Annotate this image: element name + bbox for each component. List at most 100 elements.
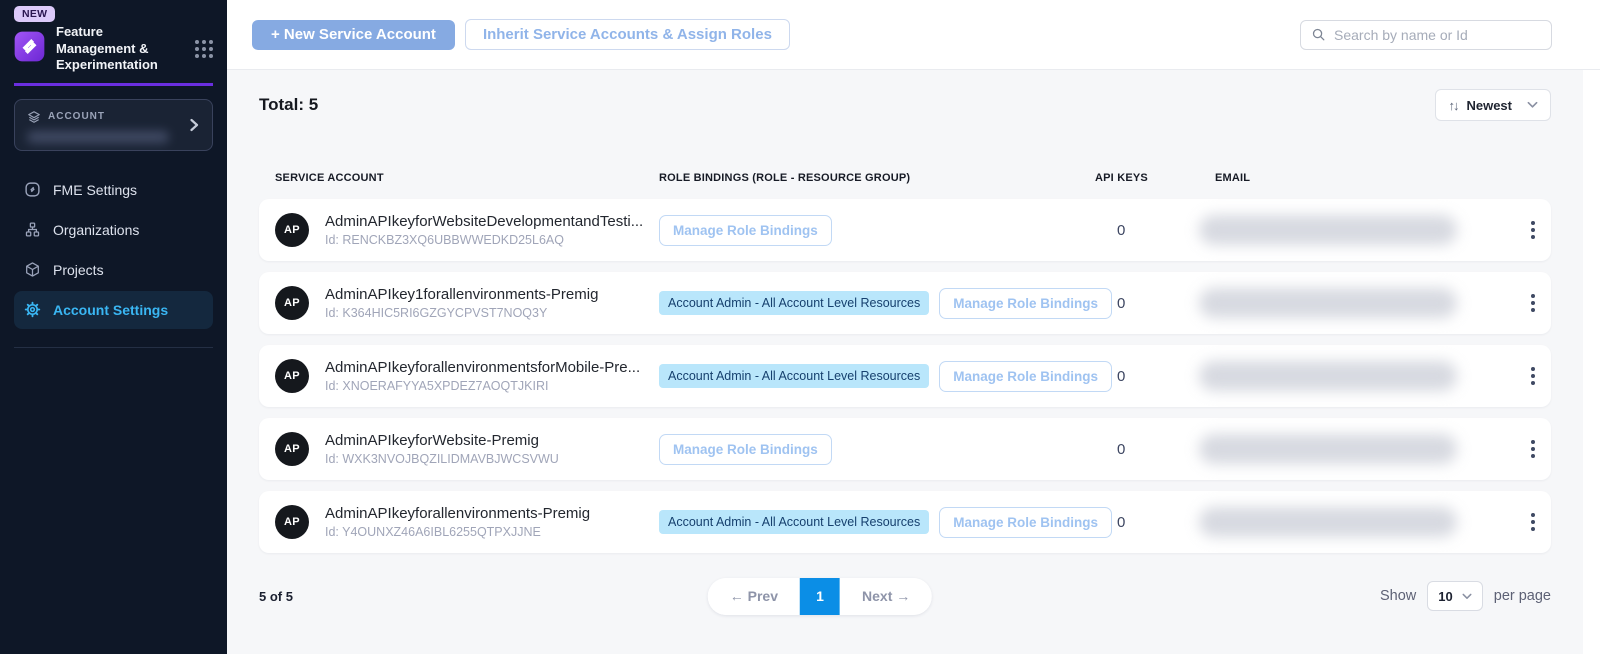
row-menu-kebab-icon[interactable] bbox=[1527, 217, 1539, 243]
service-account-id: Id: K364HIC5RI6GZGYCPVST7NOQ3Y bbox=[325, 306, 659, 320]
service-account-id: Id: Y4OUNXZ46A6IBL6255QTPXJJNE bbox=[325, 525, 659, 539]
page-size-dropdown[interactable]: 10 bbox=[1427, 581, 1482, 611]
pager: ← Prev 1 Next → bbox=[708, 578, 932, 615]
table-body: AP AdminAPIkeyforWebsiteDevelopmentandTe… bbox=[259, 199, 1551, 553]
inherit-service-accounts-button[interactable]: Inherit Service Accounts & Assign Roles bbox=[465, 19, 790, 50]
role-badge: Account Admin - All Account Level Resour… bbox=[659, 291, 929, 315]
service-account-row: AP AdminAPIkeyforWebsiteDevelopmentandTe… bbox=[259, 199, 1551, 261]
role-bindings-cell: Account Admin - All Account Level Resour… bbox=[659, 288, 1095, 319]
prev-page-button[interactable]: ← Prev bbox=[708, 578, 800, 615]
account-name-redacted bbox=[27, 131, 169, 143]
service-account-name: AdminAPIkeyforallenvironmentsforMobile-P… bbox=[325, 359, 659, 376]
role-bindings-cell: Manage Role Bindings bbox=[659, 434, 1095, 465]
row-count-label: 5 of 5 bbox=[259, 589, 293, 604]
role-badge: Account Admin - All Account Level Resour… bbox=[659, 510, 929, 534]
sidebar-item-projects[interactable]: Projects bbox=[14, 251, 213, 289]
service-account-row: AP AdminAPIkeyforallenvironments-Premig … bbox=[259, 491, 1551, 553]
avatar: AP bbox=[275, 432, 309, 466]
new-service-account-button[interactable]: + New Service Account bbox=[252, 20, 455, 50]
sidebar-item-account-settings[interactable]: Account Settings bbox=[14, 291, 213, 329]
sidebar-nav: FME Settings Organizations Projects bbox=[0, 171, 227, 329]
total-count-label: Total: 5 bbox=[259, 95, 318, 115]
chevron-down-icon bbox=[1527, 101, 1538, 109]
manage-role-bindings-button[interactable]: Manage Role Bindings bbox=[939, 361, 1112, 392]
top-toolbar: + New Service Account Inherit Service Ac… bbox=[227, 0, 1600, 70]
product-title: Feature Management & Experimentation bbox=[56, 24, 164, 74]
avatar: AP bbox=[275, 505, 309, 539]
search-box[interactable] bbox=[1300, 20, 1552, 50]
sort-direction-icon: ↑↓ bbox=[1448, 98, 1457, 113]
column-header-api-keys: API KEYS bbox=[1095, 172, 1215, 184]
service-account-row: AP AdminAPIkeyforallenvironmentsforMobil… bbox=[259, 345, 1551, 407]
email-redacted bbox=[1199, 215, 1457, 245]
projects-icon bbox=[24, 261, 41, 278]
api-keys-count: 0 bbox=[1095, 295, 1215, 312]
sidebar-item-label: Account Settings bbox=[53, 302, 168, 318]
avatar: AP bbox=[275, 213, 309, 247]
service-account-name: AdminAPIkey1forallenvironments-Premig bbox=[325, 286, 659, 303]
main-panel: + New Service Account Inherit Service Ac… bbox=[227, 0, 1600, 654]
service-account-row: AP AdminAPIkey1forallenvironments-Premig… bbox=[259, 272, 1551, 334]
column-header-role-bindings: ROLE BINDINGS (ROLE - RESOURCE GROUP) bbox=[659, 172, 1095, 184]
row-menu-kebab-icon[interactable] bbox=[1527, 290, 1539, 316]
brand-divider bbox=[14, 83, 213, 86]
chevron-down-icon bbox=[1462, 593, 1472, 600]
split-logo-icon bbox=[14, 31, 45, 62]
email-redacted bbox=[1199, 507, 1457, 537]
per-page-label: per page bbox=[1494, 588, 1551, 604]
app-launcher-icon[interactable] bbox=[195, 40, 213, 58]
content-area: Total: 5 ↑↓ Newest SERVICE ACCOUNT ROLE … bbox=[227, 70, 1583, 654]
app-window: NEW Feature Management & Experimentation bbox=[0, 0, 1600, 654]
service-account-id: Id: XNOERAFYYA5XPDEZ7AOQTJKIRI bbox=[325, 379, 659, 393]
manage-role-bindings-button[interactable]: Manage Role Bindings bbox=[939, 288, 1112, 319]
sidebar-item-label: Projects bbox=[53, 262, 104, 278]
service-account-row: AP AdminAPIkeyforWebsite-Premig Id: WXK3… bbox=[259, 418, 1551, 480]
show-label: Show bbox=[1380, 588, 1416, 604]
next-page-button[interactable]: Next → bbox=[840, 578, 932, 615]
avatar: AP bbox=[275, 286, 309, 320]
service-account-id: Id: RENCKBZ3XQ6UBBWWEDKD25L6AQ bbox=[325, 233, 659, 247]
sidebar: NEW Feature Management & Experimentation bbox=[0, 0, 227, 654]
api-keys-count: 0 bbox=[1095, 368, 1215, 385]
chevron-right-icon bbox=[188, 118, 200, 132]
email-redacted bbox=[1199, 288, 1457, 318]
api-keys-count: 0 bbox=[1095, 441, 1215, 458]
sidebar-item-organizations[interactable]: Organizations bbox=[14, 211, 213, 249]
page-size-value: 10 bbox=[1438, 589, 1452, 604]
search-input[interactable] bbox=[1334, 27, 1541, 43]
manage-role-bindings-button[interactable]: Manage Role Bindings bbox=[659, 215, 832, 246]
manage-role-bindings-button[interactable]: Manage Role Bindings bbox=[659, 434, 832, 465]
email-redacted bbox=[1199, 361, 1457, 391]
sidebar-divider bbox=[14, 347, 213, 348]
fme-settings-icon bbox=[24, 181, 41, 198]
layers-icon bbox=[27, 110, 41, 124]
role-badge: Account Admin - All Account Level Resour… bbox=[659, 364, 929, 388]
page-1-button[interactable]: 1 bbox=[800, 578, 840, 615]
gear-icon bbox=[24, 301, 41, 318]
manage-role-bindings-button[interactable]: Manage Role Bindings bbox=[939, 507, 1112, 538]
api-keys-count: 0 bbox=[1095, 514, 1215, 531]
sidebar-header: NEW Feature Management & Experimentation bbox=[0, 0, 227, 74]
avatar: AP bbox=[275, 359, 309, 393]
sidebar-item-label: FME Settings bbox=[53, 182, 137, 198]
sidebar-item-fme-settings[interactable]: FME Settings bbox=[14, 171, 213, 209]
row-menu-kebab-icon[interactable] bbox=[1527, 363, 1539, 389]
row-menu-kebab-icon[interactable] bbox=[1527, 436, 1539, 462]
account-label: ACCOUNT bbox=[48, 111, 105, 122]
search-icon bbox=[1311, 27, 1326, 42]
role-bindings-cell: Manage Role Bindings bbox=[659, 215, 1095, 246]
sort-dropdown[interactable]: ↑↓ Newest bbox=[1435, 89, 1551, 121]
column-header-email: EMAIL bbox=[1215, 172, 1515, 184]
sidebar-item-label: Organizations bbox=[53, 222, 139, 238]
sort-selected-value: Newest bbox=[1466, 98, 1518, 113]
service-account-id: Id: WXK3NVOJBQZILIDMAVBJWCSVWU bbox=[325, 452, 659, 466]
table-header-row: SERVICE ACCOUNT ROLE BINDINGS (ROLE - RE… bbox=[259, 172, 1551, 184]
service-account-name: AdminAPIkeyforWebsite-Premig bbox=[325, 432, 659, 449]
column-header-service-account: SERVICE ACCOUNT bbox=[275, 172, 659, 184]
service-account-name: AdminAPIkeyforWebsiteDevelopmentandTesti… bbox=[325, 213, 659, 230]
email-redacted bbox=[1199, 434, 1457, 464]
row-menu-kebab-icon[interactable] bbox=[1527, 509, 1539, 535]
role-bindings-cell: Account Admin - All Account Level Resour… bbox=[659, 361, 1095, 392]
account-selector[interactable]: ACCOUNT bbox=[14, 99, 213, 151]
new-badge: NEW bbox=[14, 6, 55, 22]
